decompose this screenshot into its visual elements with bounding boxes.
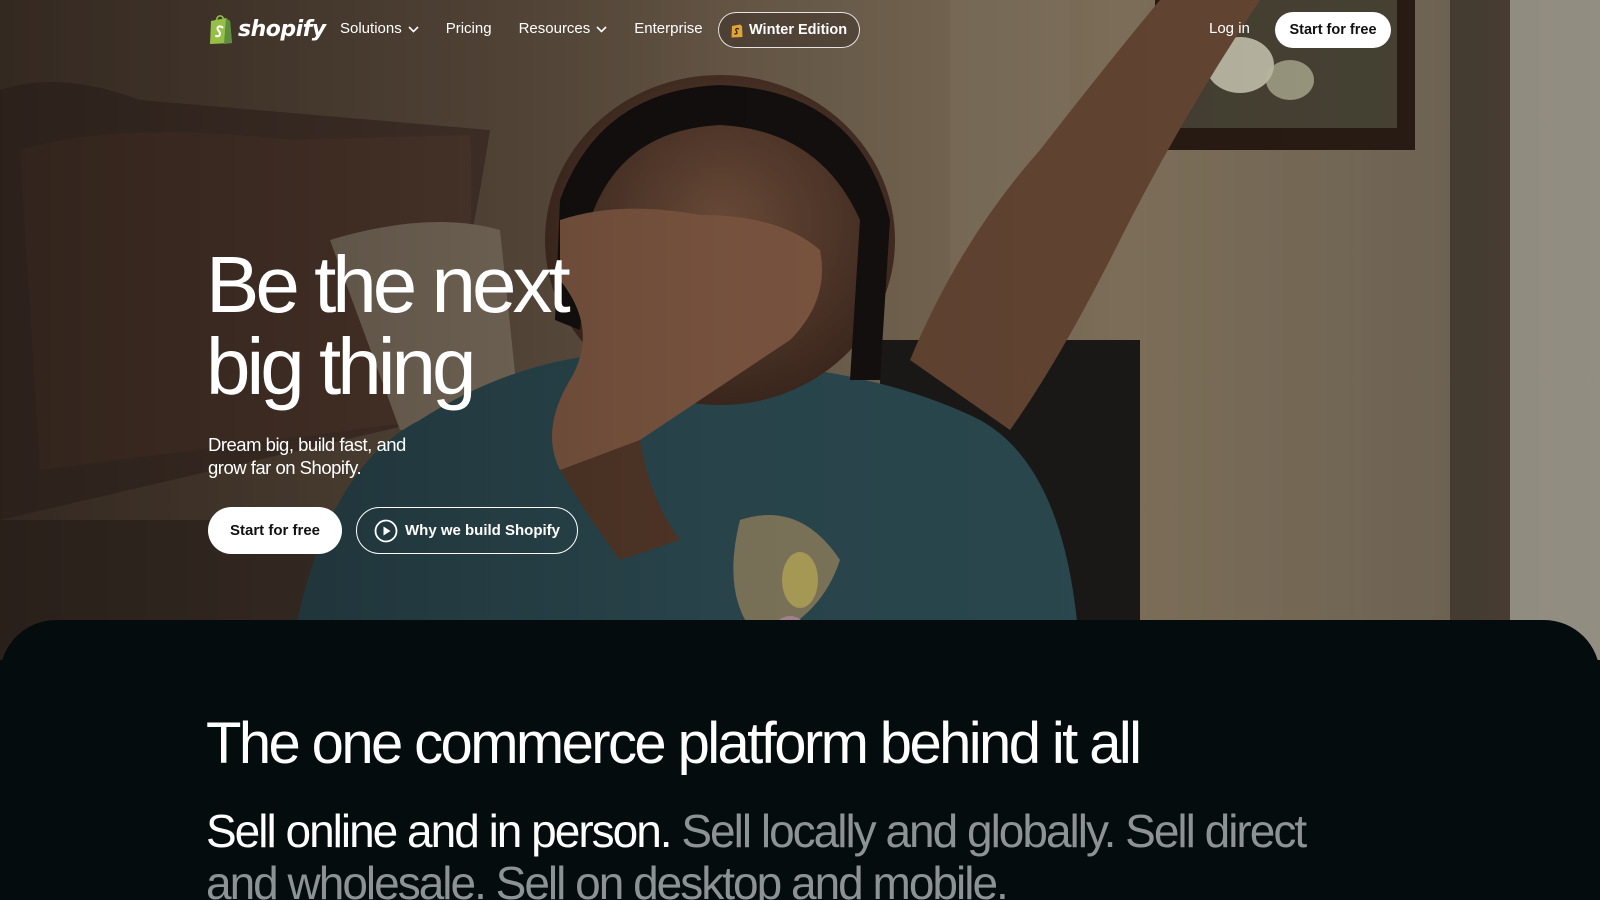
platform-title: The one commerce platform behind it all bbox=[206, 711, 1142, 776]
nav-enterprise[interactable]: Enterprise bbox=[634, 20, 702, 37]
why-we-build-label: Why we build Shopify bbox=[405, 522, 560, 539]
shopify-logo[interactable]: shopify bbox=[208, 14, 326, 45]
nav-resources[interactable]: Resources bbox=[519, 20, 608, 37]
hero-title-line-2: big thing bbox=[206, 322, 476, 411]
primary-nav: Solutions Pricing Resources Enterprise bbox=[340, 20, 730, 37]
logo-wordmark: shopify bbox=[238, 17, 326, 42]
platform-description: Sell online and in person. Sell locally … bbox=[206, 805, 1386, 900]
hero-section: shopify Solutions Pricing Resources Ente… bbox=[0, 0, 1600, 660]
login-link[interactable]: Log in bbox=[1209, 20, 1250, 37]
shopify-bag-icon bbox=[210, 15, 232, 44]
platform-text-highlight: Sell online and in person. bbox=[206, 805, 673, 857]
nav-pricing[interactable]: Pricing bbox=[446, 20, 492, 37]
winter-edition-button[interactable]: Winter Edition bbox=[718, 12, 861, 48]
hero-start-free-button[interactable]: Start for free bbox=[208, 507, 342, 554]
nav-enterprise-label: Enterprise bbox=[634, 20, 703, 37]
hero-title: Be the next big thing bbox=[206, 244, 726, 408]
platform-section: The one commerce platform behind it all … bbox=[0, 620, 1600, 900]
nav-solutions-label: Solutions bbox=[340, 20, 402, 37]
chevron-down-icon bbox=[596, 26, 607, 33]
chevron-down-icon bbox=[408, 26, 419, 33]
hero-subtitle: Dream big, build fast, and grow far on S… bbox=[208, 434, 406, 478]
hero-title-line-1: Be the next bbox=[206, 240, 571, 329]
play-circle-icon bbox=[374, 519, 398, 542]
nav-resources-label: Resources bbox=[518, 20, 591, 37]
nav-start-free-button[interactable]: Start for free bbox=[1275, 12, 1391, 48]
why-we-build-video-button[interactable]: Why we build Shopify bbox=[356, 507, 578, 554]
nav-pricing-label: Pricing bbox=[445, 20, 492, 37]
top-navigation: shopify Solutions Pricing Resources Ente… bbox=[0, 0, 1600, 60]
shopify-coin-icon bbox=[731, 24, 743, 37]
nav-solutions[interactable]: Solutions bbox=[340, 20, 419, 37]
winter-edition-label: Winter Edition bbox=[749, 22, 848, 38]
